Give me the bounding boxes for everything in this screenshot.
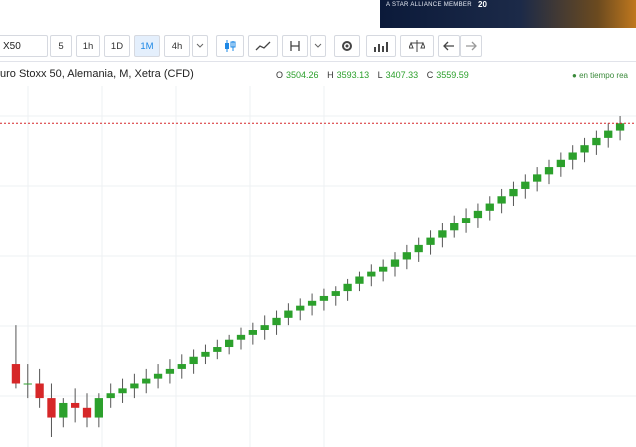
interval-4h[interactable]: 4h (164, 35, 190, 57)
candle-body (82, 407, 92, 418)
candle-body (461, 218, 471, 223)
candle-body (485, 203, 494, 211)
symbol-search-input[interactable]: X50 (0, 35, 48, 57)
close-key: C (426, 70, 434, 80)
line-style-button[interactable] (248, 35, 278, 57)
candle-body (236, 334, 246, 340)
balance-button[interactable] (400, 35, 434, 57)
candles-style-button[interactable] (216, 35, 244, 57)
candle-body (94, 398, 103, 418)
candle-body (118, 388, 127, 394)
advertisement-banner[interactable]: A STAR ALLIANCE MEMBER 20 (380, 0, 636, 28)
redo-icon (466, 41, 477, 51)
low-value: 3407.33 (385, 70, 419, 80)
indicators-button[interactable] (282, 35, 308, 57)
realtime-status-text: en tiempo rea (579, 71, 628, 80)
candle-body (367, 271, 376, 277)
candlestick-chart[interactable] (0, 86, 636, 447)
candle-body (59, 402, 68, 418)
candle-body (580, 145, 589, 153)
gear-icon (342, 41, 352, 51)
candle-body (106, 393, 115, 399)
interval-dropdown[interactable] (192, 35, 208, 57)
candle-body (165, 368, 175, 374)
interval-1m[interactable]: 1M (134, 35, 160, 57)
low-key: L (377, 70, 383, 80)
candle-body (497, 196, 506, 204)
candle-body (604, 130, 613, 138)
bar-chart-icon (374, 42, 388, 52)
candle-body (509, 188, 518, 197)
candle-body (177, 364, 186, 369)
chart-toolbar: X50 5 1h 1D 1M 4h (0, 31, 636, 62)
candle-body (213, 347, 222, 352)
candle-body (556, 159, 565, 168)
banner-text: A STAR ALLIANCE MEMBER (386, 2, 472, 8)
candle-body (284, 310, 293, 318)
interval-5[interactable]: 5 (50, 35, 72, 57)
candle-body (189, 356, 198, 365)
candle-body (11, 364, 21, 384)
candle-body (521, 181, 530, 189)
candle-body (426, 237, 435, 245)
candle-body (71, 402, 80, 408)
realtime-status: ● en tiempo rea (572, 71, 628, 80)
candle-body (201, 351, 210, 357)
chevron-down-icon (196, 43, 204, 48)
open-key: O (276, 70, 284, 80)
candle-body (248, 330, 257, 335)
candle-body (355, 276, 364, 284)
indicators-dropdown[interactable] (310, 35, 326, 57)
candle-body (438, 230, 447, 238)
candle-body (142, 378, 151, 384)
interval-1h[interactable]: 1h (76, 35, 100, 57)
area-chart-icon (255, 41, 271, 51)
candle-body (592, 137, 601, 146)
candle-body (390, 259, 400, 267)
candle-body (402, 252, 411, 260)
compare-button[interactable] (366, 35, 396, 57)
redo-button[interactable] (460, 35, 482, 57)
candle-body (343, 283, 352, 292)
ohlc-values: O 3504.26 H 3593.13 L 3407.33 C 3559.59 (276, 70, 475, 80)
scale-icon (409, 40, 425, 52)
candle-body (307, 300, 317, 306)
candle-body (568, 152, 577, 160)
candlestick-icon (225, 40, 236, 52)
candle-body (414, 244, 423, 253)
candle-body (450, 223, 459, 231)
candle-body (272, 317, 281, 326)
chart-title: uro Stoxx 50, Alemania, M, Xetra (CFD) (0, 68, 194, 80)
candle-body (473, 210, 483, 219)
candle-body (533, 174, 542, 182)
candle-body (130, 383, 139, 389)
candle-body (544, 167, 554, 175)
candle-body (23, 383, 32, 385)
candle-body (296, 305, 305, 311)
candle-body (153, 373, 163, 379)
fork-icon (290, 41, 300, 51)
chart-legend: uro Stoxx 50, Alemania, M, Xetra (CFD) (0, 68, 194, 84)
candle-body (319, 295, 329, 301)
open-value: 3504.26 (286, 70, 319, 80)
close-value: 3559.59 (436, 70, 469, 80)
undo-icon (443, 41, 454, 51)
undo-button[interactable] (438, 35, 460, 57)
candle-body (615, 123, 625, 131)
high-key: H (327, 70, 334, 80)
high-value: 3593.13 (336, 70, 370, 80)
candle-body (379, 266, 388, 272)
candle-body (35, 383, 44, 399)
chevron-down-icon (314, 43, 322, 48)
banner-years: 20 (478, 0, 487, 9)
candle-body (47, 398, 56, 418)
candle-body (225, 339, 234, 348)
settings-button[interactable] (334, 35, 360, 57)
interval-1d[interactable]: 1D (104, 35, 130, 57)
candle-body (331, 291, 340, 296)
candle-body (260, 325, 269, 330)
